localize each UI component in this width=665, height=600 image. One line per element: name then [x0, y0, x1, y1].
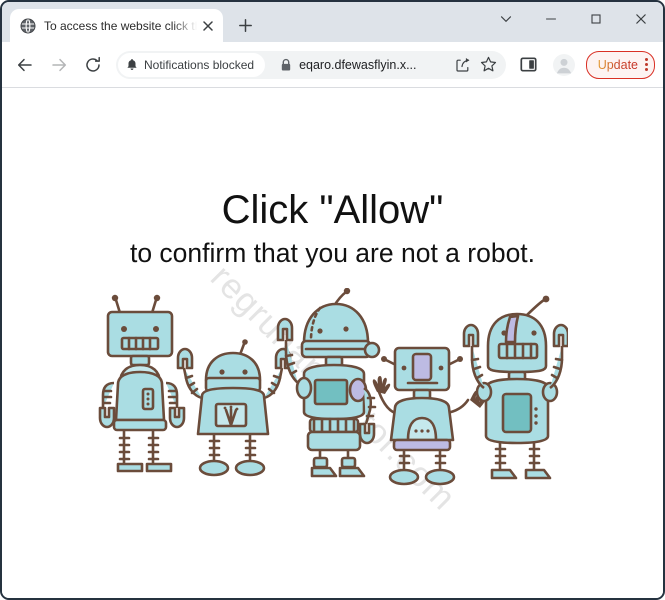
browser-toolbar: Notifications blocked eqaro.dfewasflyin.…	[2, 42, 663, 88]
browser-window: To access the website click the "A	[0, 0, 665, 600]
page-headline: Click "Allow"	[221, 188, 444, 232]
star-icon[interactable]	[476, 52, 502, 78]
three-dots-icon[interactable]	[645, 58, 648, 71]
url-text[interactable]: eqaro.dfewasflyin.x...	[299, 58, 450, 72]
minimize-icon[interactable]	[528, 2, 573, 35]
window-controls	[483, 2, 663, 35]
tab-search-chevron-down-icon[interactable]	[483, 2, 528, 35]
robot-3	[276, 287, 380, 478]
forward-arrow-icon[interactable]	[44, 50, 74, 80]
notifications-blocked-chip[interactable]: Notifications blocked	[118, 52, 266, 77]
tab-strip: To access the website click the "A	[2, 2, 663, 42]
page-content: regrunanimator.com Click "Allow" to conf…	[2, 88, 663, 598]
bell-blocked-icon	[126, 58, 138, 71]
robot-1	[98, 294, 185, 473]
side-panel-icon[interactable]	[514, 50, 544, 80]
browser-tab[interactable]: To access the website click the "A	[10, 9, 223, 42]
update-label: Update	[597, 57, 638, 72]
share-icon[interactable]	[450, 52, 476, 78]
address-bar[interactable]: Notifications blocked eqaro.dfewasflyin.…	[116, 50, 506, 79]
robots-illustration: .ro { fill:none; stroke:#6b4c3b; stroke-…	[98, 287, 569, 488]
close-icon[interactable]	[618, 2, 663, 35]
maximize-icon[interactable]	[573, 2, 618, 35]
tab-title: To access the website click the "A	[44, 18, 197, 33]
back-arrow-icon[interactable]	[10, 50, 40, 80]
lock-icon[interactable]	[275, 58, 297, 72]
avatar-icon[interactable]	[550, 51, 578, 79]
robot-4	[372, 346, 485, 486]
page-subheadline: to confirm that you are not a robot.	[129, 238, 536, 268]
notifications-blocked-label: Notifications blocked	[144, 57, 255, 72]
robot-5	[462, 295, 569, 480]
new-tab-button[interactable]	[232, 12, 258, 38]
globe-icon	[20, 18, 36, 34]
tab-close-icon[interactable]	[199, 17, 217, 35]
robot-2	[176, 339, 291, 477]
update-button[interactable]: Update	[585, 50, 655, 79]
reload-icon[interactable]	[78, 50, 108, 80]
